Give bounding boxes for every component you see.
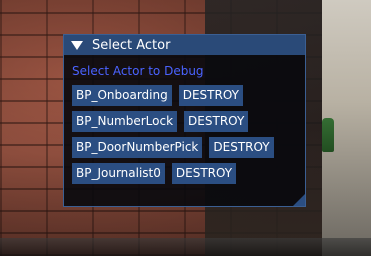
select-actor-prompt: Select Actor to Debug — [72, 64, 204, 78]
actor-row: BP_NumberLock DESTROY — [72, 111, 297, 132]
actor-row: BP_DoorNumberPick DESTROY — [72, 137, 297, 158]
window-titlebar[interactable]: Select Actor — [64, 35, 305, 55]
actor-row: BP_Journalist0 DESTROY — [72, 163, 297, 184]
actor-select-button[interactable]: BP_NumberLock — [72, 111, 178, 132]
actor-select-button[interactable]: BP_Journalist0 — [72, 163, 165, 184]
actor-row: BP_Onboarding DESTROY — [72, 85, 297, 106]
destroy-button[interactable]: DESTROY — [178, 85, 243, 106]
actor-select-button[interactable]: BP_DoorNumberPick — [72, 137, 203, 158]
select-actor-window: Select Actor Select Actor to Debug BP_On… — [63, 34, 306, 207]
destroy-button[interactable]: DESTROY — [184, 111, 249, 132]
window-content: Select Actor to Debug BP_Onboarding DEST… — [64, 55, 305, 184]
destroy-button[interactable]: DESTROY — [171, 163, 237, 184]
destroy-button[interactable]: DESTROY — [209, 137, 274, 158]
background-rail — [0, 238, 371, 256]
window-title: Select Actor — [92, 37, 171, 53]
collapse-triangle-icon[interactable] — [70, 38, 84, 52]
background-bottle — [322, 118, 334, 152]
actor-select-button[interactable]: BP_Onboarding — [72, 85, 172, 106]
actor-list: BP_Onboarding DESTROY BP_NumberLock DEST… — [72, 85, 297, 184]
resize-grip-icon[interactable] — [293, 194, 305, 206]
